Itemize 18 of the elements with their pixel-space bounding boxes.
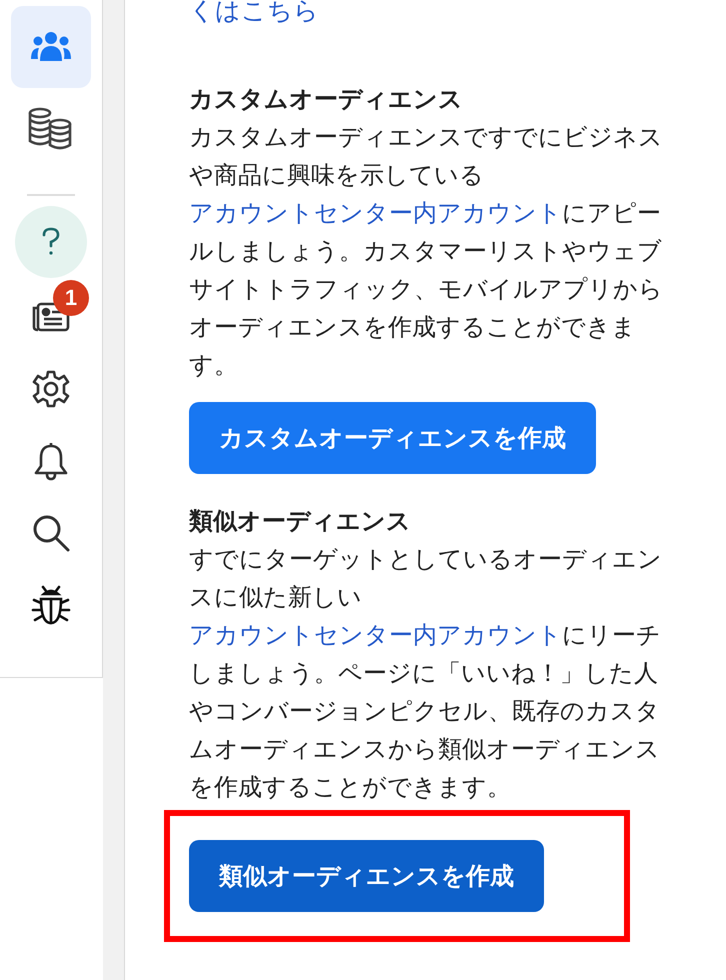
link[interactable]: アカウントセンター内アカウント (189, 621, 562, 649)
link[interactable]: アカウントセンター内アカウント (189, 199, 562, 227)
link[interactable]: くはこちら (189, 0, 726, 26)
paragraph: カスタムオーディエンスですでにビジネスや商品に興味を示している アカウントセンター内アカウント にアピールしましょう。カスタマーリストやウェブサイトトラフィック、モバイルアプリからオーディエンスを作成することができます。 (189, 122, 664, 381)
section-heading: 類似オーディエンス (189, 506, 412, 537)
notification-badge: 1 (53, 280, 89, 316)
coins-icon (28, 107, 74, 151)
section-heading: カスタムオーディエンス (189, 84, 464, 115)
paragraph: すでにターゲットとしているオーディエンスに似た新しい アカウントセンター内アカウント にリーチしましょう。ページに「いいね！」した人やコンバージョンピクセル、既存のカスタムオーディエンスから類似オーディエンスを作成することができます。 (189, 544, 663, 803)
search-icon (31, 513, 71, 553)
sidebar-item[interactable]: 1 (11, 282, 91, 352)
people-icon (31, 31, 71, 63)
bug-icon (31, 585, 71, 625)
help-icon (41, 227, 61, 257)
bell-icon (33, 441, 69, 481)
create-button[interactable]: 類似オーディエンスを作成 (189, 840, 544, 912)
create-button[interactable]: カスタムオーディエンスを作成 (189, 402, 596, 474)
settings-icon (31, 369, 71, 409)
